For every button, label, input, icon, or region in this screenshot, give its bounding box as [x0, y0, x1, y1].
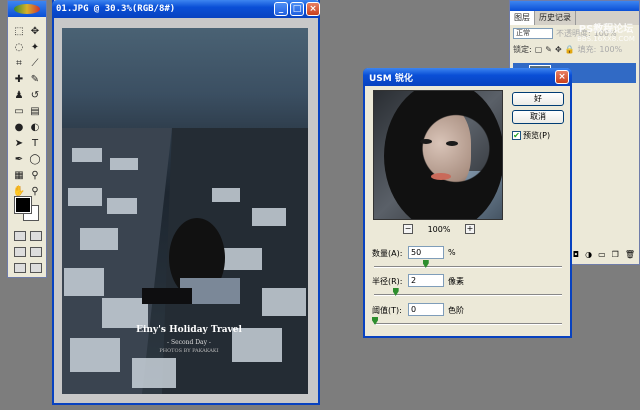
threshold-input[interactable]: 0	[408, 303, 444, 316]
zoom-value: 100%	[427, 224, 451, 234]
close-icon[interactable]: ×	[306, 2, 320, 16]
radius-slider-track[interactable]	[374, 294, 562, 296]
amount-label: 数量(A):	[372, 249, 403, 258]
eyedropper-tool-icon[interactable]: ⚲	[28, 169, 42, 183]
tab-layers[interactable]: 图层	[510, 11, 535, 25]
photo-tetrapods	[62, 128, 308, 394]
preview-eye-left	[420, 139, 432, 144]
lock-transparent-icon[interactable]: ▢	[535, 45, 543, 54]
preview-checkbox[interactable]: ✔	[512, 131, 521, 140]
document-titlebar[interactable]: 01.JPG @ 30.3%(RGB/8#) _ □ ×	[52, 0, 320, 18]
usm-dialog-title: USM 锐化	[369, 73, 413, 84]
filter-preview[interactable]	[373, 90, 503, 220]
tool-grid: ⬚ ✥ ◌ ✦ ⌗ ⟋ ✚ ✎ ♟ ↺ ▭ ▤ ● ◐ ➤ T ✒ ◯ ▦ ⚲ …	[12, 25, 44, 199]
jump-row	[14, 263, 42, 273]
shape-tool-icon[interactable]: ◯	[28, 153, 42, 167]
photo-caption-subtitle: - Second Day -	[167, 339, 211, 346]
radius-unit: 像素	[448, 277, 464, 286]
slice-tool-icon[interactable]: ⟋	[28, 57, 42, 71]
photo-caption-title: Einy's Holiday Travel	[136, 325, 242, 335]
layers-panel-titlebar[interactable]	[510, 1, 639, 11]
threshold-unit: 色阶	[448, 306, 464, 315]
document-window: 01.JPG @ 30.3%(RGB/8#) _ □ × Einy's Holi…	[52, 0, 320, 405]
standard-mode-icon[interactable]	[14, 231, 26, 241]
maximize-icon[interactable]: □	[290, 2, 304, 16]
healing-brush-tool-icon[interactable]: ✚	[12, 73, 26, 87]
minimize-icon[interactable]: _	[274, 2, 288, 16]
foreground-color-swatch[interactable]	[14, 196, 32, 214]
lock-row: 锁定: ▢ ✎ ✥ 🔒 填充: 100%	[510, 41, 639, 57]
lasso-tool-icon[interactable]: ◌	[12, 41, 26, 55]
clone-stamp-tool-icon[interactable]: ♟	[12, 89, 26, 103]
blend-mode-select[interactable]: 正常	[513, 27, 553, 39]
lock-brush-icon[interactable]: ✎	[545, 45, 552, 54]
zoom-in-button[interactable]: +	[465, 224, 475, 234]
adjustment-layer-icon[interactable]: ◑	[585, 250, 592, 262]
history-brush-tool-icon[interactable]: ↺	[28, 89, 42, 103]
lock-all-icon[interactable]: 🔒	[565, 45, 575, 54]
mask-icon[interactable]: ◘	[573, 250, 579, 262]
preview-zoom-row: − 100% +	[403, 224, 475, 234]
usm-sharpen-dialog: USM 锐化 × − 100% + 好 取消 ✔ 预览(P) 数量(A): 50…	[363, 68, 572, 338]
screen-mode-row	[14, 247, 42, 257]
full-screen-icon[interactable]	[14, 263, 26, 273]
amount-unit: %	[448, 248, 456, 257]
threshold-label: 阈值(T):	[372, 306, 402, 315]
move-tool-icon[interactable]: ✥	[28, 25, 42, 39]
threshold-slider-track[interactable]	[374, 323, 562, 325]
amount-slider-track[interactable]	[374, 266, 562, 268]
screen-mode-standard-icon[interactable]	[14, 247, 26, 257]
crop-tool-icon[interactable]: ⌗	[12, 57, 26, 71]
blur-tool-icon[interactable]: ●	[12, 121, 26, 135]
path-select-tool-icon[interactable]: ➤	[12, 137, 26, 151]
dodge-tool-icon[interactable]: ◐	[28, 121, 42, 135]
new-layer-icon[interactable]: ❐	[612, 250, 619, 262]
watermark: PS教程论坛 BBS.16XX8.COM	[574, 20, 638, 43]
pen-tool-icon[interactable]: ✒	[12, 153, 26, 167]
quick-mask-icon[interactable]	[30, 231, 42, 241]
photoshop-feather-icon[interactable]	[14, 4, 40, 14]
usm-dialog-titlebar[interactable]: USM 锐化 ×	[363, 68, 572, 86]
preview-hair	[384, 91, 502, 219]
amount-input[interactable]: 50	[408, 246, 444, 259]
marquee-tool-icon[interactable]: ⬚	[12, 25, 26, 39]
new-group-icon[interactable]: ▭	[598, 250, 606, 262]
brush-tool-icon[interactable]: ✎	[28, 73, 42, 87]
delete-layer-icon[interactable]: 🗑	[625, 250, 635, 262]
toolbox: ⬚ ✥ ◌ ✦ ⌗ ⟋ ✚ ✎ ♟ ↺ ▭ ▤ ● ◐ ➤ T ✒ ◯ ▦ ⚲ …	[7, 0, 47, 278]
watermark-line2: BBS.16XX8.COM	[577, 35, 635, 43]
photo-caption-credit: PHOTOS BY PAKAKAKI	[159, 348, 219, 354]
radius-input[interactable]: 2	[408, 274, 444, 287]
preview-checkbox-row: ✔ 预览(P)	[512, 130, 550, 141]
quick-mask-row	[14, 231, 42, 241]
document-canvas[interactable]: Einy's Holiday Travel - Second Day - PHO…	[62, 28, 308, 394]
gradient-tool-icon[interactable]: ▤	[28, 105, 42, 119]
magic-wand-tool-icon[interactable]: ✦	[28, 41, 42, 55]
screen-mode-full-icon[interactable]	[30, 247, 42, 257]
watermark-line1: PS教程论坛	[578, 24, 634, 35]
jump-to-imageready-icon[interactable]	[30, 263, 42, 273]
preview-label: 预览(P)	[523, 131, 551, 140]
zoom-out-button[interactable]: −	[403, 224, 413, 234]
lock-label: 锁定:	[513, 44, 532, 54]
tab-history[interactable]: 历史记录	[535, 11, 576, 25]
eraser-tool-icon[interactable]: ▭	[12, 105, 26, 119]
fill-label: 填充:	[577, 44, 597, 54]
cancel-button[interactable]: 取消	[512, 110, 564, 124]
preview-lips	[431, 173, 451, 180]
preview-eye-right	[446, 141, 458, 146]
radius-label: 半径(R):	[372, 277, 403, 286]
lock-move-icon[interactable]: ✥	[555, 45, 562, 54]
type-tool-icon[interactable]: T	[28, 137, 42, 151]
close-icon[interactable]: ×	[555, 70, 569, 84]
ok-button[interactable]: 好	[512, 92, 564, 106]
notes-tool-icon[interactable]: ▦	[12, 169, 26, 183]
document-title: 01.JPG @ 30.3%(RGB/8#)	[56, 4, 176, 14]
fill-value[interactable]: 100%	[599, 45, 622, 54]
